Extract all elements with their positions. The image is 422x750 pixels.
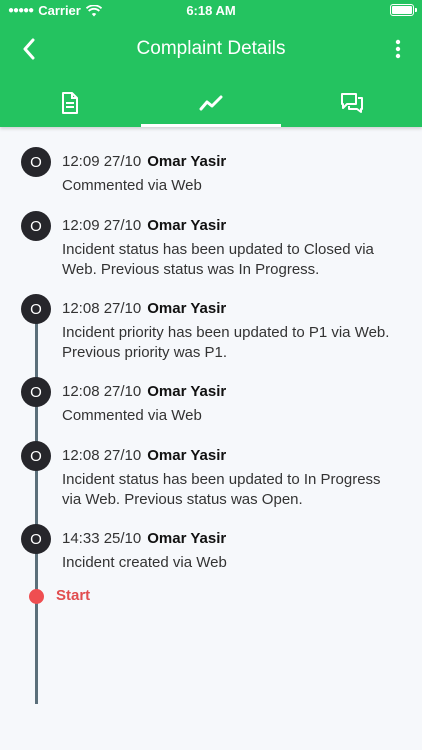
entry-meta: 12:09 27/10 Omar Yasir bbox=[62, 145, 422, 173]
entry-author: Omar Yasir bbox=[147, 383, 227, 400]
user-avatar: O bbox=[21, 524, 51, 554]
entry-meta: 12:08 27/10 Omar Yasir bbox=[62, 439, 422, 467]
user-avatar: O bbox=[21, 377, 51, 407]
status-time: 6:18 AM bbox=[186, 3, 236, 18]
app-header: ●●●●● Carrier 6:18 AM Complaint Details bbox=[0, 0, 422, 127]
user-avatar: O bbox=[21, 147, 51, 177]
chat-icon bbox=[340, 92, 363, 113]
entry-author: Omar Yasir bbox=[147, 153, 227, 170]
tab-timeline[interactable] bbox=[140, 78, 282, 127]
user-avatar: O bbox=[21, 441, 51, 471]
entry-time: 12:09 27/10 bbox=[62, 153, 142, 170]
tab-comments[interactable] bbox=[281, 78, 422, 127]
document-icon bbox=[62, 91, 79, 114]
timeline-entry: O 12:08 27/10 Omar Yasir Commented via We… bbox=[0, 375, 422, 427]
timeline-entry: O 12:08 27/10 Omar Yasir Incident priorit… bbox=[0, 292, 422, 363]
status-bar-right bbox=[390, 4, 417, 16]
timeline-entry: O 12:09 27/10 Omar Yasir Incident status … bbox=[0, 209, 422, 280]
timeline-entry: O 14:33 25/10 Omar Yasir Incident created… bbox=[0, 522, 422, 574]
nav-bar: Complaint Details bbox=[0, 22, 422, 78]
status-bar: ●●●●● Carrier 6:18 AM bbox=[0, 0, 422, 22]
entry-time: 12:08 27/10 bbox=[62, 300, 142, 317]
user-avatar: O bbox=[21, 211, 51, 241]
entry-text: Incident priority has been updated to P1… bbox=[62, 324, 390, 361]
entry-author: Omar Yasir bbox=[147, 447, 227, 464]
more-button[interactable] bbox=[386, 34, 410, 64]
timeline: O 12:09 27/10 Omar Yasir Commented via We… bbox=[0, 127, 422, 704]
entry-meta: 12:08 27/10 Omar Yasir bbox=[62, 375, 422, 403]
start-dot-icon bbox=[29, 589, 44, 604]
entry-text: Incident status has been updated to In P… bbox=[62, 471, 381, 508]
timeline-entry: O 12:08 27/10 Omar Yasir Incident status … bbox=[0, 439, 422, 510]
entry-time: 14:33 25/10 bbox=[62, 530, 142, 547]
entry-text: Incident status has been updated to Clos… bbox=[62, 241, 374, 278]
entry-time: 12:08 27/10 bbox=[62, 383, 142, 400]
entry-time: 12:09 27/10 bbox=[62, 217, 142, 234]
entry-meta: 12:08 27/10 Omar Yasir bbox=[62, 292, 422, 320]
page-title: Complaint Details bbox=[136, 38, 286, 59]
entry-text: Commented via Web bbox=[62, 177, 202, 194]
user-avatar: O bbox=[21, 294, 51, 324]
entry-meta: 14:33 25/10 Omar Yasir bbox=[62, 522, 422, 550]
timeline-start: Start bbox=[0, 586, 422, 610]
entry-author: Omar Yasir bbox=[147, 530, 227, 547]
entry-author: Omar Yasir bbox=[147, 217, 227, 234]
entry-author: Omar Yasir bbox=[147, 300, 227, 317]
entry-text: Incident created via Web bbox=[62, 554, 227, 571]
tab-details[interactable] bbox=[0, 78, 141, 127]
entry-meta: 12:09 27/10 Omar Yasir bbox=[62, 209, 422, 237]
start-label: Start bbox=[56, 587, 91, 604]
timeline-entry: O 12:09 27/10 Omar Yasir Commented via We… bbox=[0, 145, 422, 197]
more-vertical-icon bbox=[395, 39, 401, 59]
tab-bar bbox=[0, 78, 422, 127]
battery-icon bbox=[390, 4, 417, 16]
trend-line-icon bbox=[199, 95, 223, 110]
entry-time: 12:08 27/10 bbox=[62, 447, 142, 464]
entry-text: Commented via Web bbox=[62, 407, 202, 424]
